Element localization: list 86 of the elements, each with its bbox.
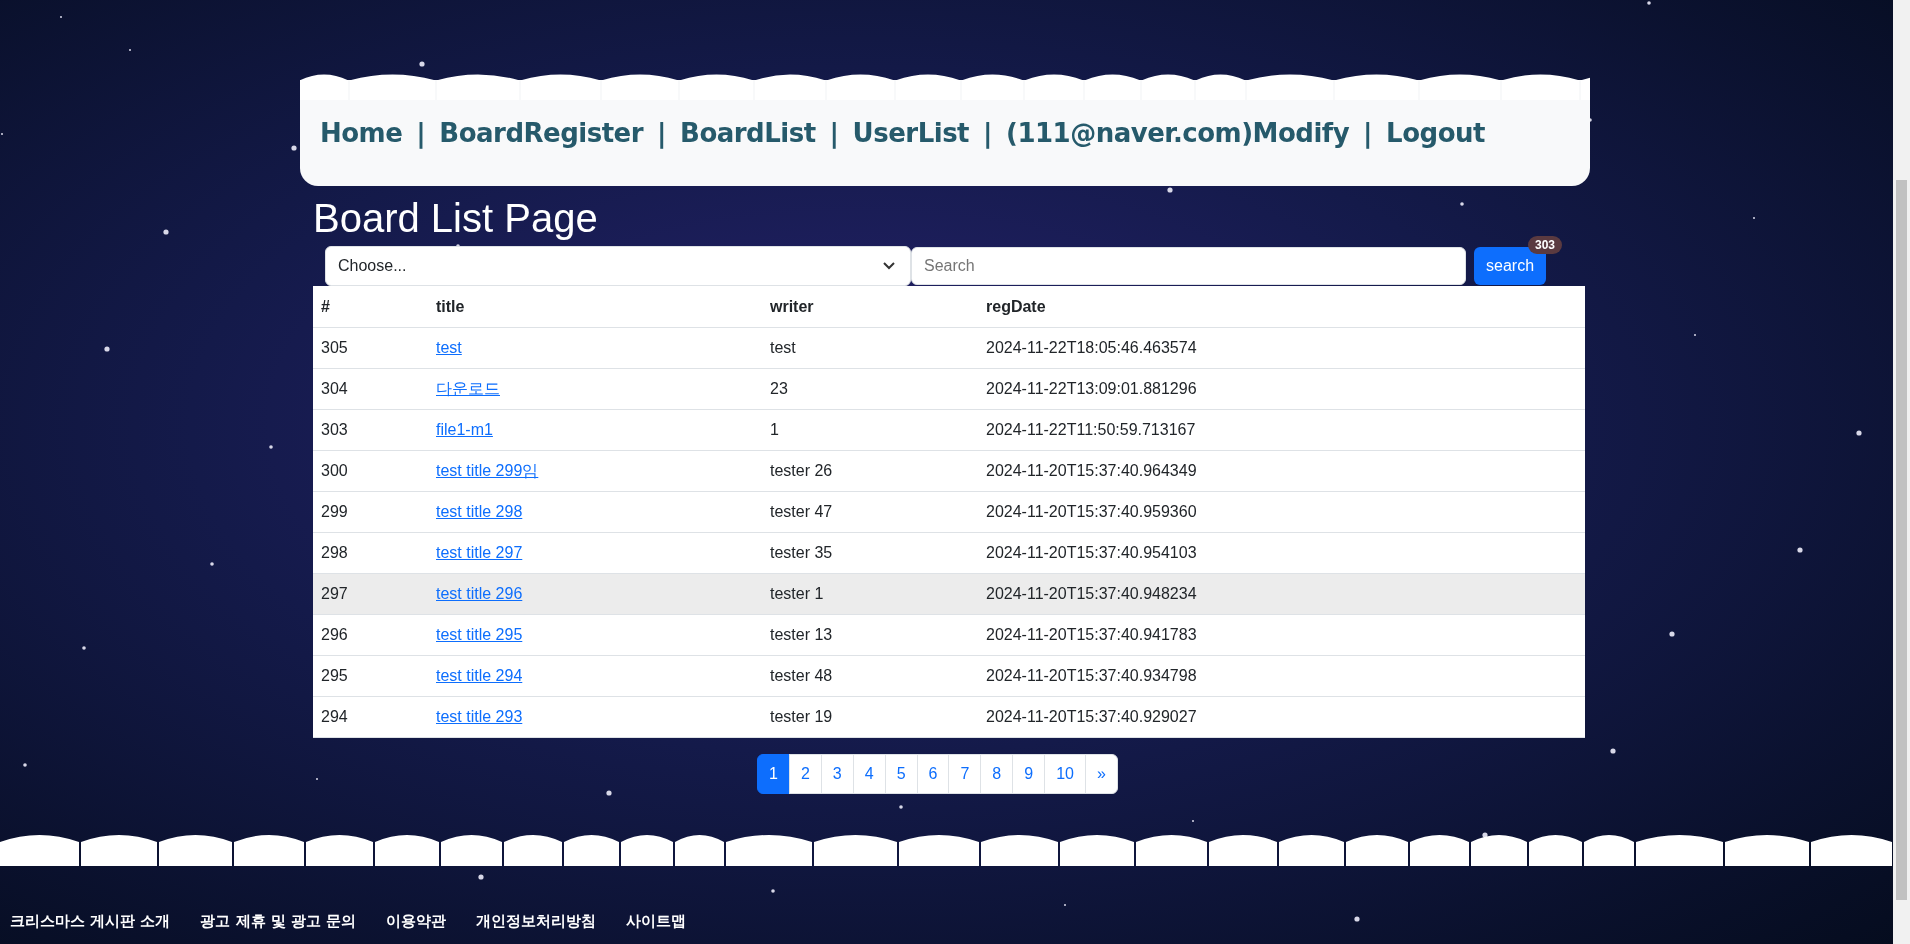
table-row[interactable]: 304 다운로드 23 2024-11-22T13:09:01.881296	[313, 368, 1585, 410]
table-cell: 1	[770, 421, 779, 438]
table-cell: 2024-11-20T15:37:40.948234	[986, 585, 1197, 602]
title-link[interactable]: 다운로드	[436, 379, 500, 397]
table-cell: 2024-11-20T15:37:40.954103	[986, 544, 1197, 561]
title-link[interactable]: test title 298	[436, 503, 523, 520]
table-cell: 296	[321, 626, 348, 643]
title-link[interactable]: test	[436, 339, 462, 356]
table-cell: tester 48	[770, 667, 833, 684]
table-row[interactable]: 300 test title 299임 tester 26 2024-11-20T15:37:40.964349	[313, 450, 1585, 492]
table-cell: 299	[321, 503, 348, 520]
table-cell: tester 1	[770, 585, 824, 602]
page-link[interactable]: 2	[788, 754, 822, 794]
table-cell: 304	[321, 380, 348, 397]
nav-separator: |	[983, 118, 993, 148]
nav-link[interactable]: (111@naver.com)Modify	[1006, 118, 1350, 148]
title-link[interactable]: test title 299임	[436, 461, 539, 479]
table-cell: 295	[321, 667, 348, 684]
table-cell: 2024-11-20T15:37:40.964349	[986, 462, 1197, 479]
footer-link[interactable]: 광고 제휴 및 광고 문의	[200, 912, 357, 931]
nav-link[interactable]: BoardRegister	[439, 118, 644, 148]
table-cell: 2024-11-22T13:09:01.881296	[986, 380, 1197, 397]
footer-link[interactable]: 크리스마스 게시판 소개	[10, 912, 171, 931]
nav-separator: |	[657, 118, 667, 148]
nav-link[interactable]: UserList	[852, 118, 970, 148]
column-header: title	[428, 286, 762, 328]
page-link[interactable]: »	[1084, 754, 1118, 794]
title-link[interactable]: test title 296	[436, 585, 523, 602]
column-header: #	[313, 286, 428, 328]
table-row[interactable]: 303 file1-m1 1 2024-11-22T11:50:59.713167	[313, 409, 1585, 451]
page-link[interactable]: 10	[1044, 754, 1086, 794]
nav-link[interactable]: Logout	[1386, 118, 1485, 148]
search-field[interactable]: Search	[911, 247, 1466, 285]
table-row[interactable]: 299 test title 298 tester 47 2024-11-20T15:37:40.959360	[313, 491, 1585, 533]
nav-separator: |	[1363, 118, 1373, 148]
count-badge: 303	[1528, 236, 1563, 254]
page-title: Board List Page	[313, 195, 599, 242]
table-cell: tester 35	[770, 544, 833, 561]
table-cell: test	[770, 339, 796, 356]
table-cell: 294	[321, 708, 348, 725]
table-row[interactable]: 296 test title 295 tester 13 2024-11-20T15:37:40.941783	[313, 614, 1585, 656]
table-cell: 303	[321, 421, 348, 438]
page-link[interactable]: 3	[820, 754, 854, 794]
page-link[interactable]: 9	[1012, 754, 1046, 794]
table-row[interactable]: 305 test test 2024-11-22T18:05:46.463574	[313, 327, 1585, 369]
column-header: regDate	[978, 286, 1585, 328]
title-link[interactable]: test title 295	[436, 626, 523, 643]
table-cell: 2024-11-20T15:37:40.941783	[986, 626, 1197, 643]
table-cell: 2024-11-20T15:37:40.929027	[986, 708, 1197, 725]
footer-link[interactable]: 이용약관	[386, 912, 447, 931]
table-cell: tester 19	[770, 708, 833, 725]
nav-separator: |	[829, 118, 839, 148]
table-row[interactable]: 298 test title 297 tester 35 2024-11-20T15:37:40.954103	[313, 532, 1585, 574]
search-type-select[interactable]: Choose...	[325, 246, 911, 286]
table-cell: 305	[321, 339, 348, 356]
table-cell: 2024-11-22T11:50:59.713167	[986, 421, 1196, 438]
table-cell: 298	[321, 544, 348, 561]
page-link[interactable]: 8	[980, 754, 1014, 794]
table-row[interactable]: 294 test title 293 tester 19 2024-11-20T15:37:40.929027	[313, 696, 1585, 738]
scrollbar[interactable]	[1893, 0, 1910, 944]
chevron-down-icon	[882, 261, 896, 271]
nav-link[interactable]: BoardList	[680, 118, 816, 148]
table-cell: tester 13	[770, 626, 833, 643]
page-link[interactable]: 5	[884, 754, 918, 794]
table-cell: 297	[321, 585, 348, 602]
footer-link[interactable]: 개인정보처리방침	[476, 912, 597, 931]
table-row[interactable]: 297 test title 296 tester 1 2024-11-20T15:37:40.948234	[313, 573, 1585, 615]
nav-link[interactable]: Home	[320, 118, 403, 148]
page-link[interactable]: 4	[852, 754, 886, 794]
title-link[interactable]: file1-m1	[436, 421, 493, 438]
table-cell: tester 47	[770, 503, 833, 520]
title-link[interactable]: test title 297	[436, 544, 523, 561]
table-row[interactable]: 295 test title 294 tester 48 2024-11-20T15:37:40.934798	[313, 655, 1585, 697]
footer-link[interactable]: 사이트맵	[626, 912, 687, 931]
table-cell: 2024-11-22T18:05:46.463574	[986, 339, 1197, 356]
page-link[interactable]: 1	[757, 754, 790, 794]
table-cell: tester 26	[770, 462, 833, 479]
table-cell: 2024-11-20T15:37:40.934798	[986, 667, 1197, 684]
table-cell: 23	[770, 380, 788, 397]
column-header: writer	[762, 286, 978, 328]
nav-separator: |	[416, 118, 426, 148]
title-link[interactable]: test title 294	[436, 667, 523, 684]
title-link[interactable]: test title 293	[436, 708, 523, 725]
page-link[interactable]: 7	[948, 754, 982, 794]
table-cell: 2024-11-20T15:37:40.959360	[986, 503, 1197, 520]
table-cell: 300	[321, 462, 348, 479]
